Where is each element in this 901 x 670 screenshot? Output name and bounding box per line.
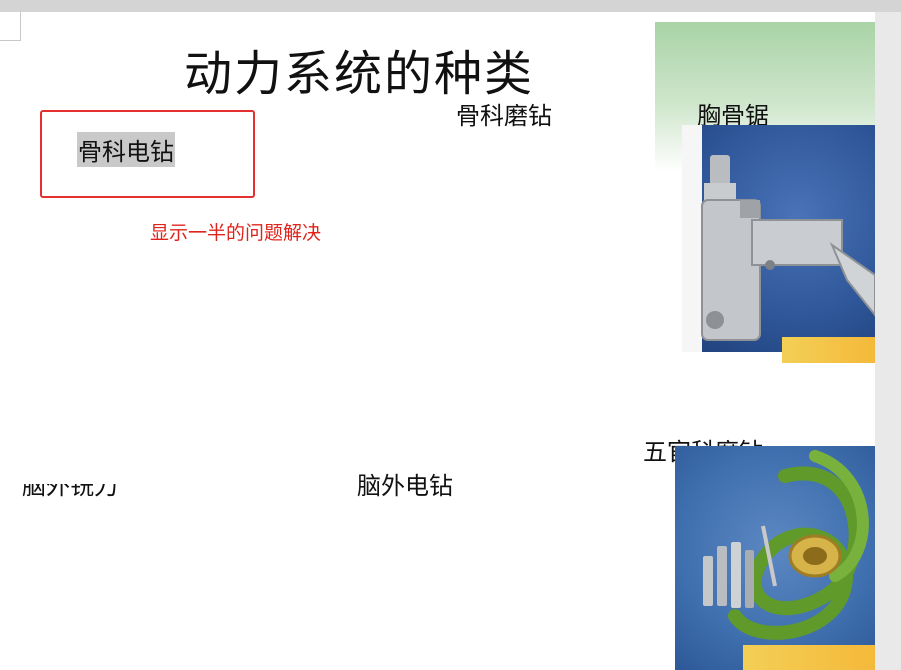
label-orthopedic-electric-drill[interactable]: 骨科电钻: [77, 132, 175, 167]
document-page[interactable]: 动力系统的种类 骨科磨钻 胸骨锯 骨科电钻 显示一半的问题解决 五官科磨钻 脑外…: [0, 12, 875, 670]
sternal-saw-photo: [682, 125, 875, 352]
slide-title: 动力系统的种类: [184, 46, 535, 102]
page-corner-mark: [0, 12, 21, 41]
saw-icon: [701, 155, 875, 341]
yellow-accent-bar-bottom: [743, 645, 875, 670]
label-bone-grinding-drill: 骨科磨钻: [456, 102, 552, 130]
label-cropped-partial: 脑外铣刀: [22, 472, 118, 498]
grinding-drill-photo: [675, 446, 875, 670]
label-neuro-electric-drill: 脑外电钻: [357, 472, 453, 500]
yellow-accent-bar-top: [782, 337, 875, 363]
right-scroll-gutter[interactable]: [875, 12, 901, 670]
top-toolbar-edge: [0, 0, 901, 12]
drill-icon: [703, 450, 869, 640]
red-annotation-text: 显示一半的问题解决: [150, 222, 322, 244]
